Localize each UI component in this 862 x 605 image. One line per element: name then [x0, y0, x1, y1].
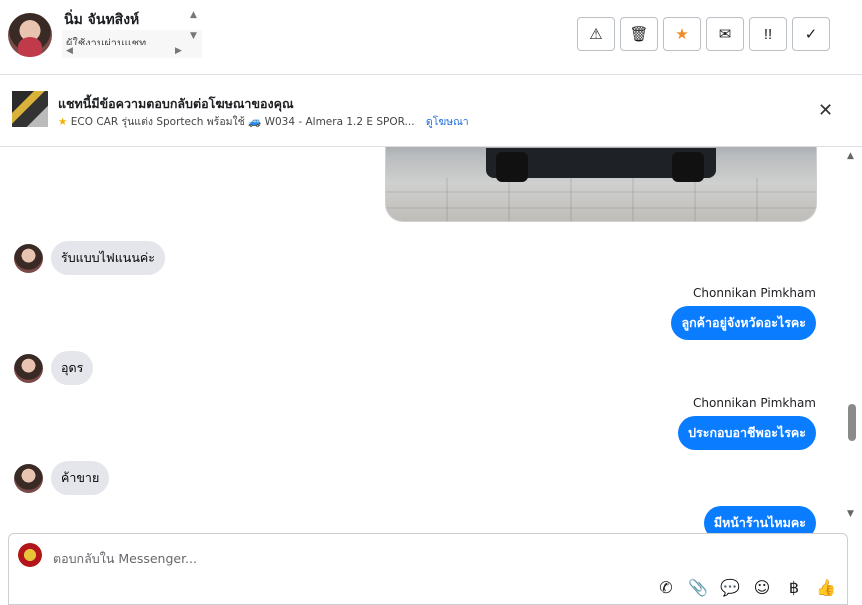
thread-scrollbar[interactable]: ▲ ▼: [845, 147, 859, 533]
scroll-up-icon[interactable]: ▲: [847, 151, 854, 161]
message-bubble[interactable]: อุดร: [51, 351, 94, 385]
report-spam-button[interactable]: ⚠: [577, 17, 615, 51]
ad-name: ECO CAR รุ่นแต่ง Sportech พร้อมใช้: [70, 116, 245, 128]
call-icon[interactable]: ✆: [657, 578, 675, 597]
scrollbar-thumb[interactable]: [848, 404, 856, 441]
ad-banner-subtitle: ★ ECO CAR รุ่นแต่ง Sportech พร้อมใช้ 🚙 W…: [58, 113, 469, 130]
like-icon[interactable]: 👍: [816, 578, 836, 597]
sender-name: Chonnikan Pimkham: [693, 286, 816, 300]
scroll-up-icon[interactable]: ▲: [190, 10, 197, 20]
message-bubble[interactable]: รับแบบไฟแนนค่ะ: [51, 241, 165, 275]
emoji-icon[interactable]: ☺: [753, 578, 771, 597]
mark-done-button[interactable]: ✓: [792, 17, 830, 51]
warning-icon: ⚠: [589, 26, 603, 43]
scroll-down-icon[interactable]: ▼: [190, 31, 197, 41]
close-icon[interactable]: ✕: [818, 100, 833, 121]
baht-icon[interactable]: ฿: [785, 578, 803, 597]
ad-detail: W034 - Almera 1.2 E SPOR...: [264, 116, 415, 128]
avatar[interactable]: [14, 353, 43, 383]
conversation-header: นิ่ม จันทสิงห์ ผู้ใช้งานผ่านแชท ▲ ▼ ◀ ▶ …: [0, 0, 862, 75]
sender-name: Chonnikan Pimkham: [693, 396, 816, 410]
incoming-message: ค้าขาย: [14, 461, 110, 495]
avatar[interactable]: [14, 463, 43, 493]
contact-avatar[interactable]: [8, 13, 52, 57]
page-avatar: [18, 543, 42, 567]
follow-up-icon: !!: [763, 25, 773, 43]
message-thread[interactable]: รับแบบไฟแนนค่ะ Chonnikan Pimkham ลูกค้าอ…: [0, 147, 862, 533]
scroll-right-icon[interactable]: ▶: [175, 46, 182, 56]
contact-name[interactable]: นิ่ม จันทสิงห์: [64, 9, 139, 31]
scroll-left-icon[interactable]: ◀: [66, 46, 73, 56]
envelope-open-icon: ✉: [718, 26, 732, 43]
incoming-message: อุดร: [14, 351, 94, 385]
ad-reply-banner: แชทนี้มีข้อความตอบกลับต่อโฆษณาของคุณ ★ E…: [0, 75, 862, 147]
view-ad-link[interactable]: ดูโฆษณา: [426, 116, 469, 128]
message-bubble[interactable]: ประกอบอาชีพอะไรคะ: [678, 416, 816, 450]
star-button[interactable]: ★: [663, 17, 701, 51]
attach-icon[interactable]: 📎: [688, 578, 708, 597]
incoming-message: รับแบบไฟแนนค่ะ: [14, 241, 165, 275]
scroll-down-icon[interactable]: ▼: [847, 509, 854, 519]
floor-tiles: [386, 178, 816, 221]
mark-unread-button[interactable]: ✉: [706, 17, 744, 51]
trash-icon: 🗑: [629, 26, 649, 43]
ad-thumbnail[interactable]: [12, 91, 48, 127]
contact-subtext: ผู้ใช้งานผ่านแชท: [66, 37, 147, 45]
delete-button[interactable]: 🗑: [620, 17, 658, 51]
star-icon: ★: [675, 26, 689, 43]
message-bubble[interactable]: ค้าขาย: [51, 461, 110, 495]
message-bubble[interactable]: มีหน้าร้านไหมคะ: [703, 506, 816, 533]
check-icon: ✓: [804, 26, 818, 43]
ad-banner-title: แชทนี้มีข้อความตอบกลับต่อโฆษณาของคุณ: [58, 96, 294, 111]
avatar[interactable]: [14, 243, 43, 273]
follow-up-button[interactable]: !!: [749, 17, 787, 51]
message-bubble[interactable]: ลูกค้าอยู่จังหวัดอะไรคะ: [671, 306, 816, 340]
car-photo-attachment[interactable]: [385, 147, 817, 222]
star-icon: ★: [58, 116, 68, 128]
composer-tools: ✆ 📎 💬 ☺ ฿ 👍: [657, 578, 836, 597]
car-icon: 🚙: [248, 116, 262, 128]
header-actions: ⚠ 🗑 ★ ✉ !! ✓: [577, 17, 830, 51]
saved-replies-icon[interactable]: 💬: [720, 578, 740, 597]
message-composer[interactable]: ตอบกลับใน Messenger... ✆ 📎 💬 ☺ ฿ 👍: [8, 533, 848, 605]
reply-input[interactable]: ตอบกลับใน Messenger...: [53, 549, 197, 569]
